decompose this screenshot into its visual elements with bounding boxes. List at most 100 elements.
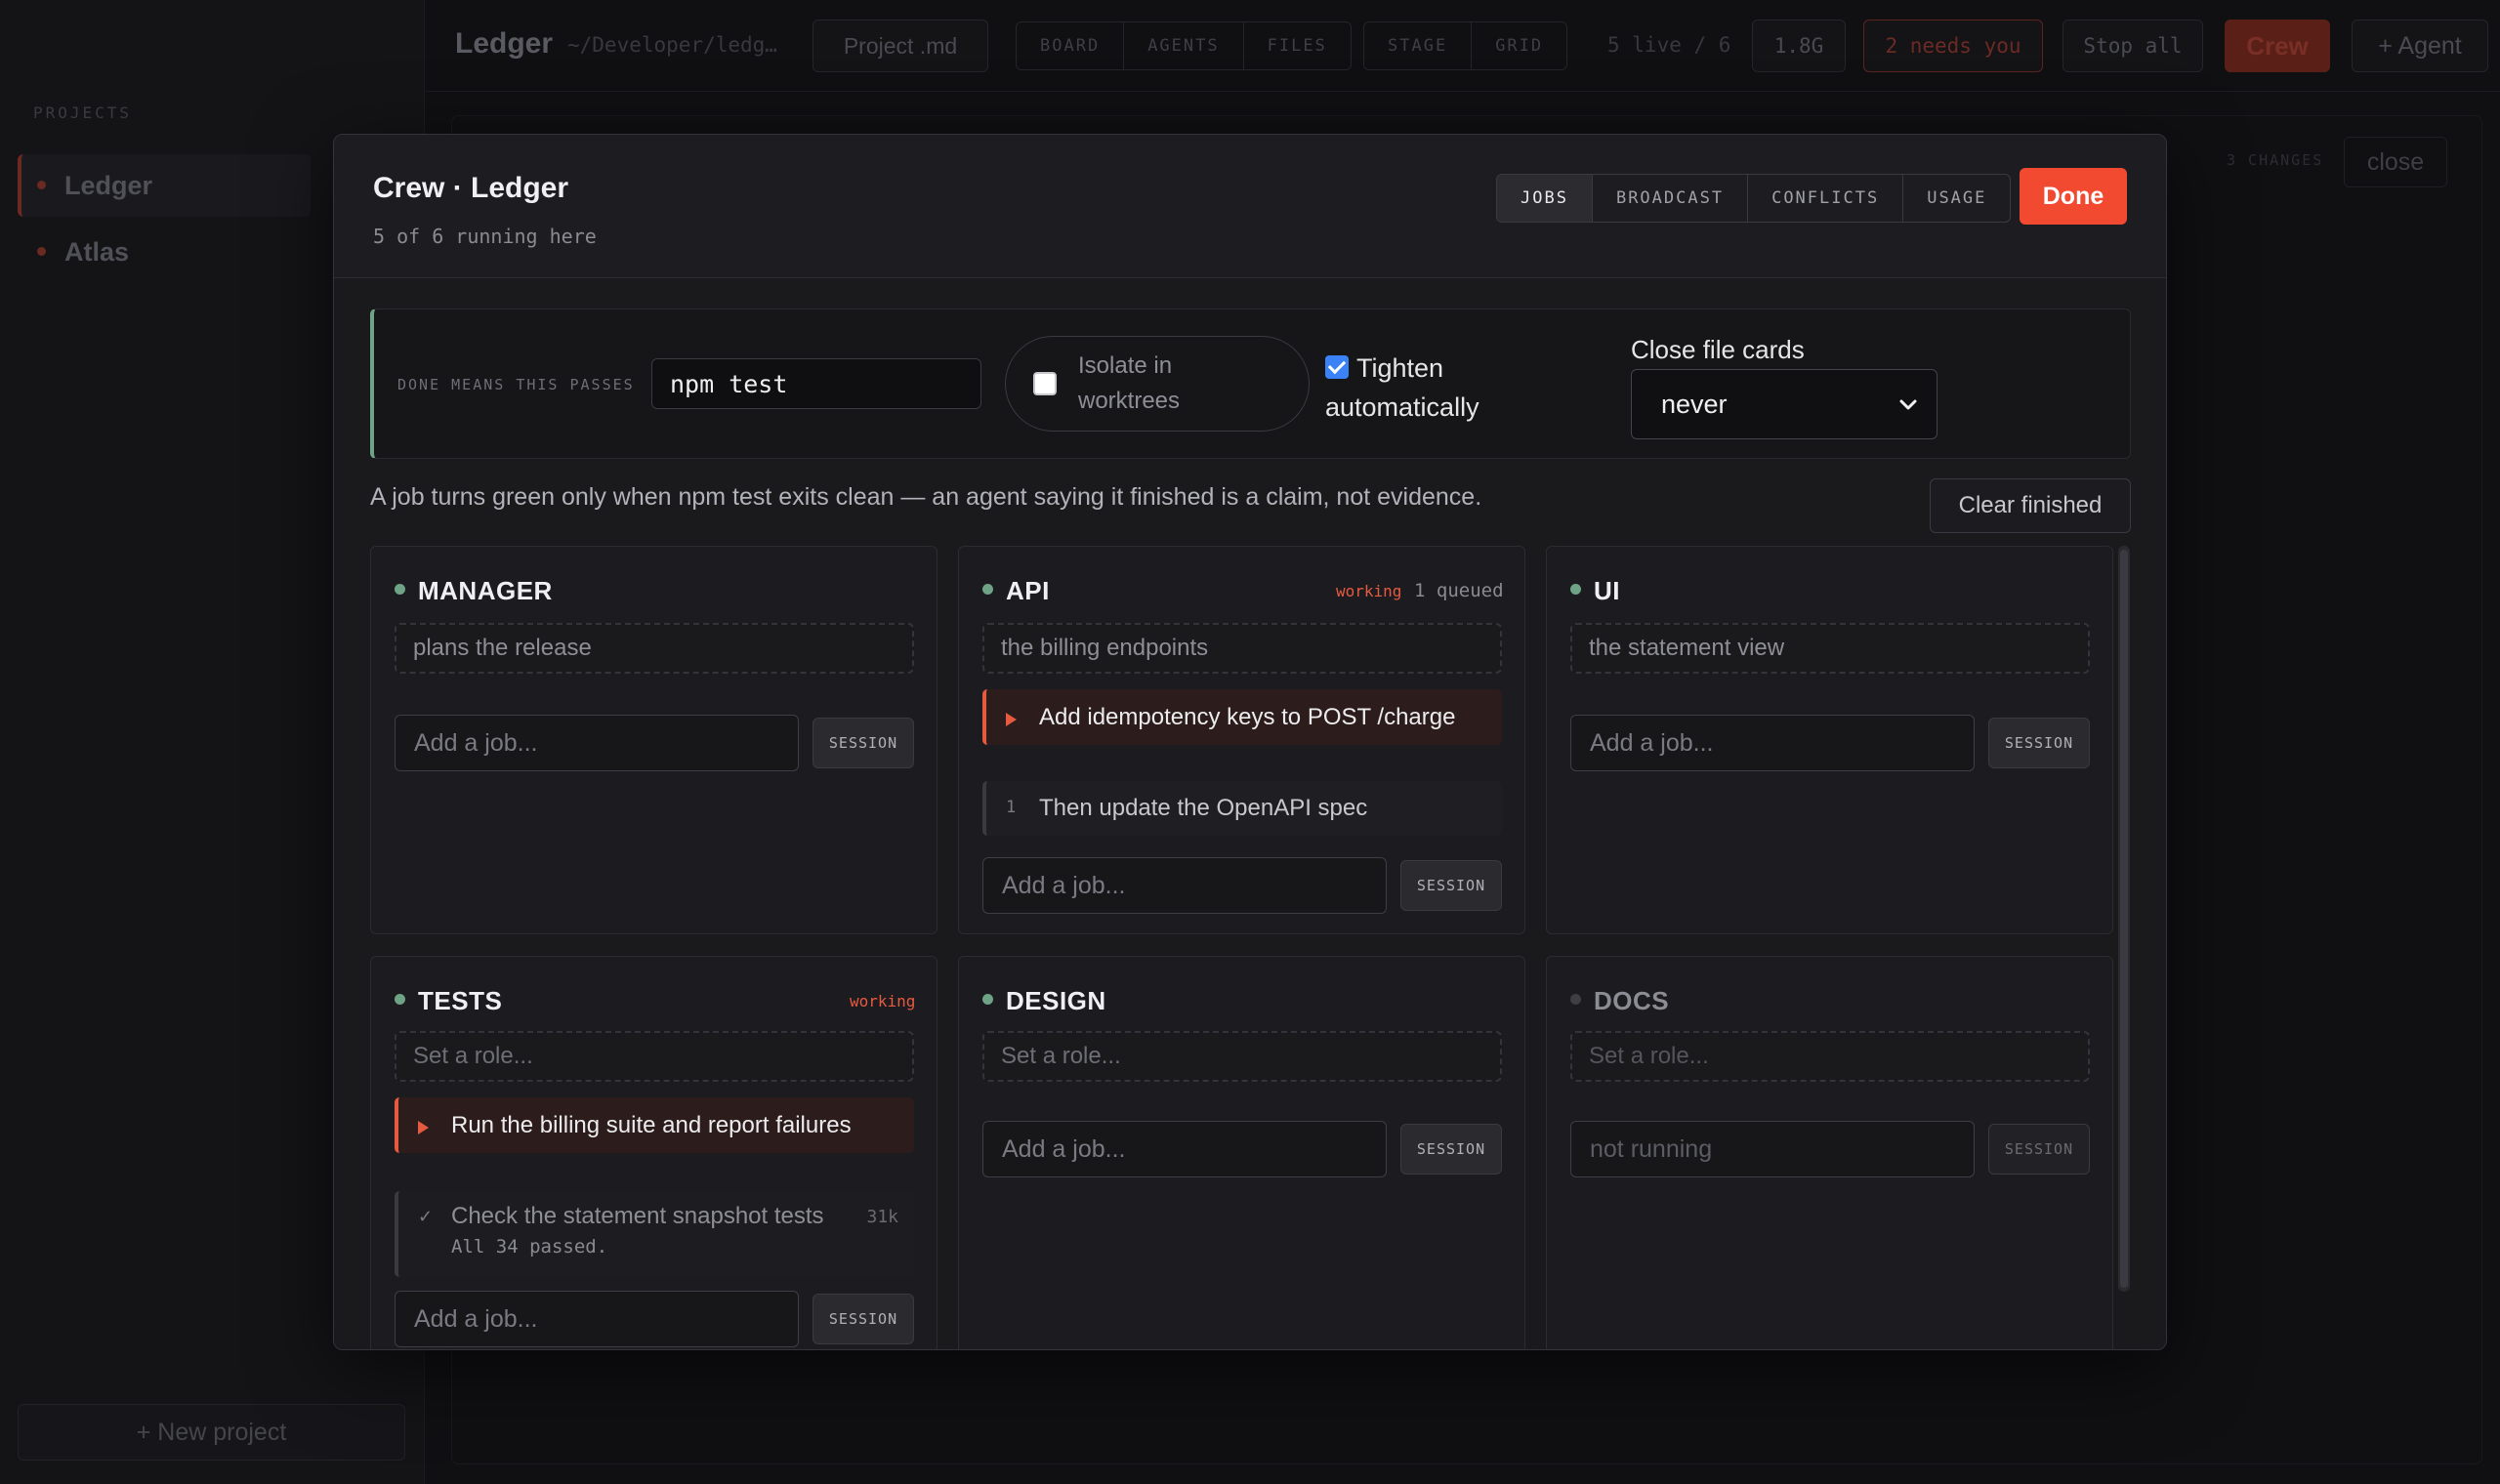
agent-card-design: DESIGN Set a role... Add a job... SESSIO… — [958, 956, 1525, 1349]
active-job[interactable]: Run the billing suite and report failure… — [395, 1097, 914, 1153]
app-title: Ledger — [455, 27, 554, 60]
queued-job[interactable]: 1 Then update the OpenAPI spec — [982, 781, 1502, 836]
agent-card-tests: TESTS working Set a role... Run the bill… — [370, 956, 938, 1349]
modal-header: Crew · Ledger 5 of 6 running here JOBS B… — [334, 135, 2166, 278]
crew-modal: Crew · Ledger 5 of 6 running here JOBS B… — [333, 134, 2167, 1350]
session-button[interactable]: SESSION — [1988, 718, 2090, 768]
tab-board[interactable]: BOARD — [1017, 22, 1125, 69]
running-dot — [395, 584, 405, 595]
session-button[interactable]: SESSION — [1400, 1124, 1502, 1175]
project-file-button[interactable]: Project .md — [812, 20, 988, 72]
add-job-input[interactable]: Add a job... — [982, 857, 1387, 914]
agent-card-ui: UI the statement view Add a job... SESSI… — [1546, 546, 2113, 934]
isolate-checkbox[interactable] — [1033, 372, 1057, 395]
queued-count: 1 queued — [1414, 580, 1504, 601]
modal-title: Crew · Ledger — [373, 172, 569, 204]
close-panel-button[interactable]: close — [2344, 137, 2447, 187]
project-ledger[interactable]: Ledger — [18, 154, 311, 217]
tab-agents[interactable]: AGENTS — [1124, 22, 1244, 69]
add-job-input[interactable]: Add a job... — [1570, 715, 1975, 771]
projects-heading: PROJECTS — [33, 103, 133, 122]
job-size: 31k — [866, 1207, 898, 1227]
modal-body: DONE MEANS THIS PASSES Isolate in worktr… — [334, 278, 2166, 1349]
agent-card-api: API working 1 queued the billing endpoin… — [958, 546, 1525, 934]
tab-stage[interactable]: STAGE — [1364, 22, 1473, 69]
test-command-input[interactable] — [651, 358, 981, 409]
project-atlas[interactable]: Atlas — [18, 221, 311, 283]
role-field[interactable]: the billing endpoints — [982, 623, 1502, 674]
scrollbar[interactable] — [2118, 546, 2130, 1292]
scrollbar-thumb[interactable] — [2120, 550, 2128, 1288]
changes-count: 3 CHANGES — [2227, 151, 2324, 169]
live-count: 5 live / 6 — [1607, 33, 1731, 57]
view-tabs: BOARD AGENTS FILES — [1016, 21, 1352, 70]
add-job-input[interactable]: Add a job... — [395, 1291, 799, 1347]
agent-card-manager: MANAGER plans the release Add a job... S… — [370, 546, 938, 934]
session-button[interactable]: SESSION — [812, 1294, 914, 1344]
done-button[interactable]: Done — [2020, 168, 2127, 225]
project-name: Atlas — [64, 236, 130, 267]
project-dot — [37, 247, 46, 256]
session-button[interactable]: SESSION — [1400, 860, 1502, 911]
isolate-worktrees-toggle[interactable]: Isolate in worktrees — [1005, 336, 1310, 432]
working-status: working — [1336, 582, 1402, 600]
agent-name: API — [1006, 576, 1050, 605]
active-job[interactable]: Add idempotency keys to POST /charge — [982, 689, 1502, 745]
job-text: Then update the OpenAPI spec — [1039, 795, 1368, 821]
queue-index: 1 — [1006, 798, 1017, 817]
role-field[interactable]: Set a role... — [1570, 1031, 2090, 1082]
session-button[interactable]: SESSION — [812, 718, 914, 768]
verification-note: A job turns green only when npm test exi… — [370, 483, 1482, 511]
running-dot — [982, 994, 993, 1005]
add-job-input[interactable]: Add a job... — [982, 1121, 1387, 1177]
add-agent-button[interactable]: + Agent — [2352, 20, 2488, 72]
tab-grid[interactable]: GRID — [1472, 22, 1566, 69]
role-field[interactable]: Set a role... — [982, 1031, 1502, 1082]
agent-name: UI — [1594, 576, 1620, 605]
add-job-input[interactable]: not running — [1570, 1121, 1975, 1177]
needs-you-badge[interactable]: 2 needs you — [1863, 20, 2043, 72]
job-text: Check the statement snapshot tests — [451, 1203, 824, 1229]
session-button[interactable]: SESSION — [1988, 1124, 2090, 1175]
add-job-input[interactable]: Add a job... — [395, 715, 799, 771]
play-icon — [418, 1121, 429, 1134]
close-file-cards-label: Close file cards — [1631, 335, 1805, 364]
running-dot — [982, 584, 993, 595]
stop-all-button[interactable]: Stop all — [2062, 20, 2203, 72]
role-field[interactable]: Set a role... — [395, 1031, 914, 1082]
memory-badge: 1.8G — [1752, 20, 1846, 72]
top-bar: Ledger ~/Developer/ledg… Project .md BOA… — [426, 0, 2500, 92]
crew-button[interactable]: Crew — [2225, 20, 2330, 72]
job-text: Run the billing suite and report failure… — [451, 1112, 852, 1138]
stopped-dot — [1570, 994, 1581, 1005]
role-field[interactable]: the statement view — [1570, 623, 2090, 674]
layout-tabs: STAGE GRID — [1363, 21, 1568, 70]
agent-grid: MANAGER plans the release Add a job... S… — [370, 546, 2118, 1349]
select-value: never — [1661, 389, 1728, 419]
job-result: All 34 passed. — [451, 1236, 608, 1257]
modal-tabs: JOBS BROADCAST CONFLICTS USAGE — [1496, 174, 2012, 223]
agent-card-docs: DOCS Set a role... not running SESSION — [1546, 956, 2113, 1349]
tab-broadcast[interactable]: BROADCAST — [1593, 175, 1749, 222]
job-text: Add idempotency keys to POST /charge — [1039, 704, 1456, 730]
tighten-toggle: Tighten automatically — [1325, 349, 1511, 427]
play-icon — [1006, 713, 1017, 726]
clear-finished-button[interactable]: Clear finished — [1930, 478, 2131, 533]
tab-usage[interactable]: USAGE — [1903, 175, 2010, 222]
new-project-button[interactable]: + New project — [18, 1404, 405, 1461]
close-file-cards-select[interactable]: never — [1631, 369, 1938, 439]
tab-jobs[interactable]: JOBS — [1497, 175, 1593, 222]
chevron-down-icon — [1899, 399, 1917, 410]
role-field[interactable]: plans the release — [395, 623, 914, 674]
project-path: ~/Developer/ledg… — [567, 33, 777, 57]
finished-job[interactable]: ✓ Check the statement snapshot tests 31k… — [395, 1191, 914, 1277]
tab-files[interactable]: FILES — [1244, 22, 1351, 69]
settings-bar: DONE MEANS THIS PASSES Isolate in worktr… — [370, 309, 2131, 459]
tab-conflicts[interactable]: CONFLICTS — [1748, 175, 1904, 222]
check-icon: ✓ — [418, 1207, 434, 1226]
modal-subtitle: 5 of 6 running here — [373, 225, 597, 248]
done-means-label: DONE MEANS THIS PASSES — [397, 376, 635, 393]
working-status: working — [850, 992, 916, 1010]
tighten-checkbox[interactable] — [1325, 355, 1349, 379]
agent-name: TESTS — [418, 986, 503, 1015]
